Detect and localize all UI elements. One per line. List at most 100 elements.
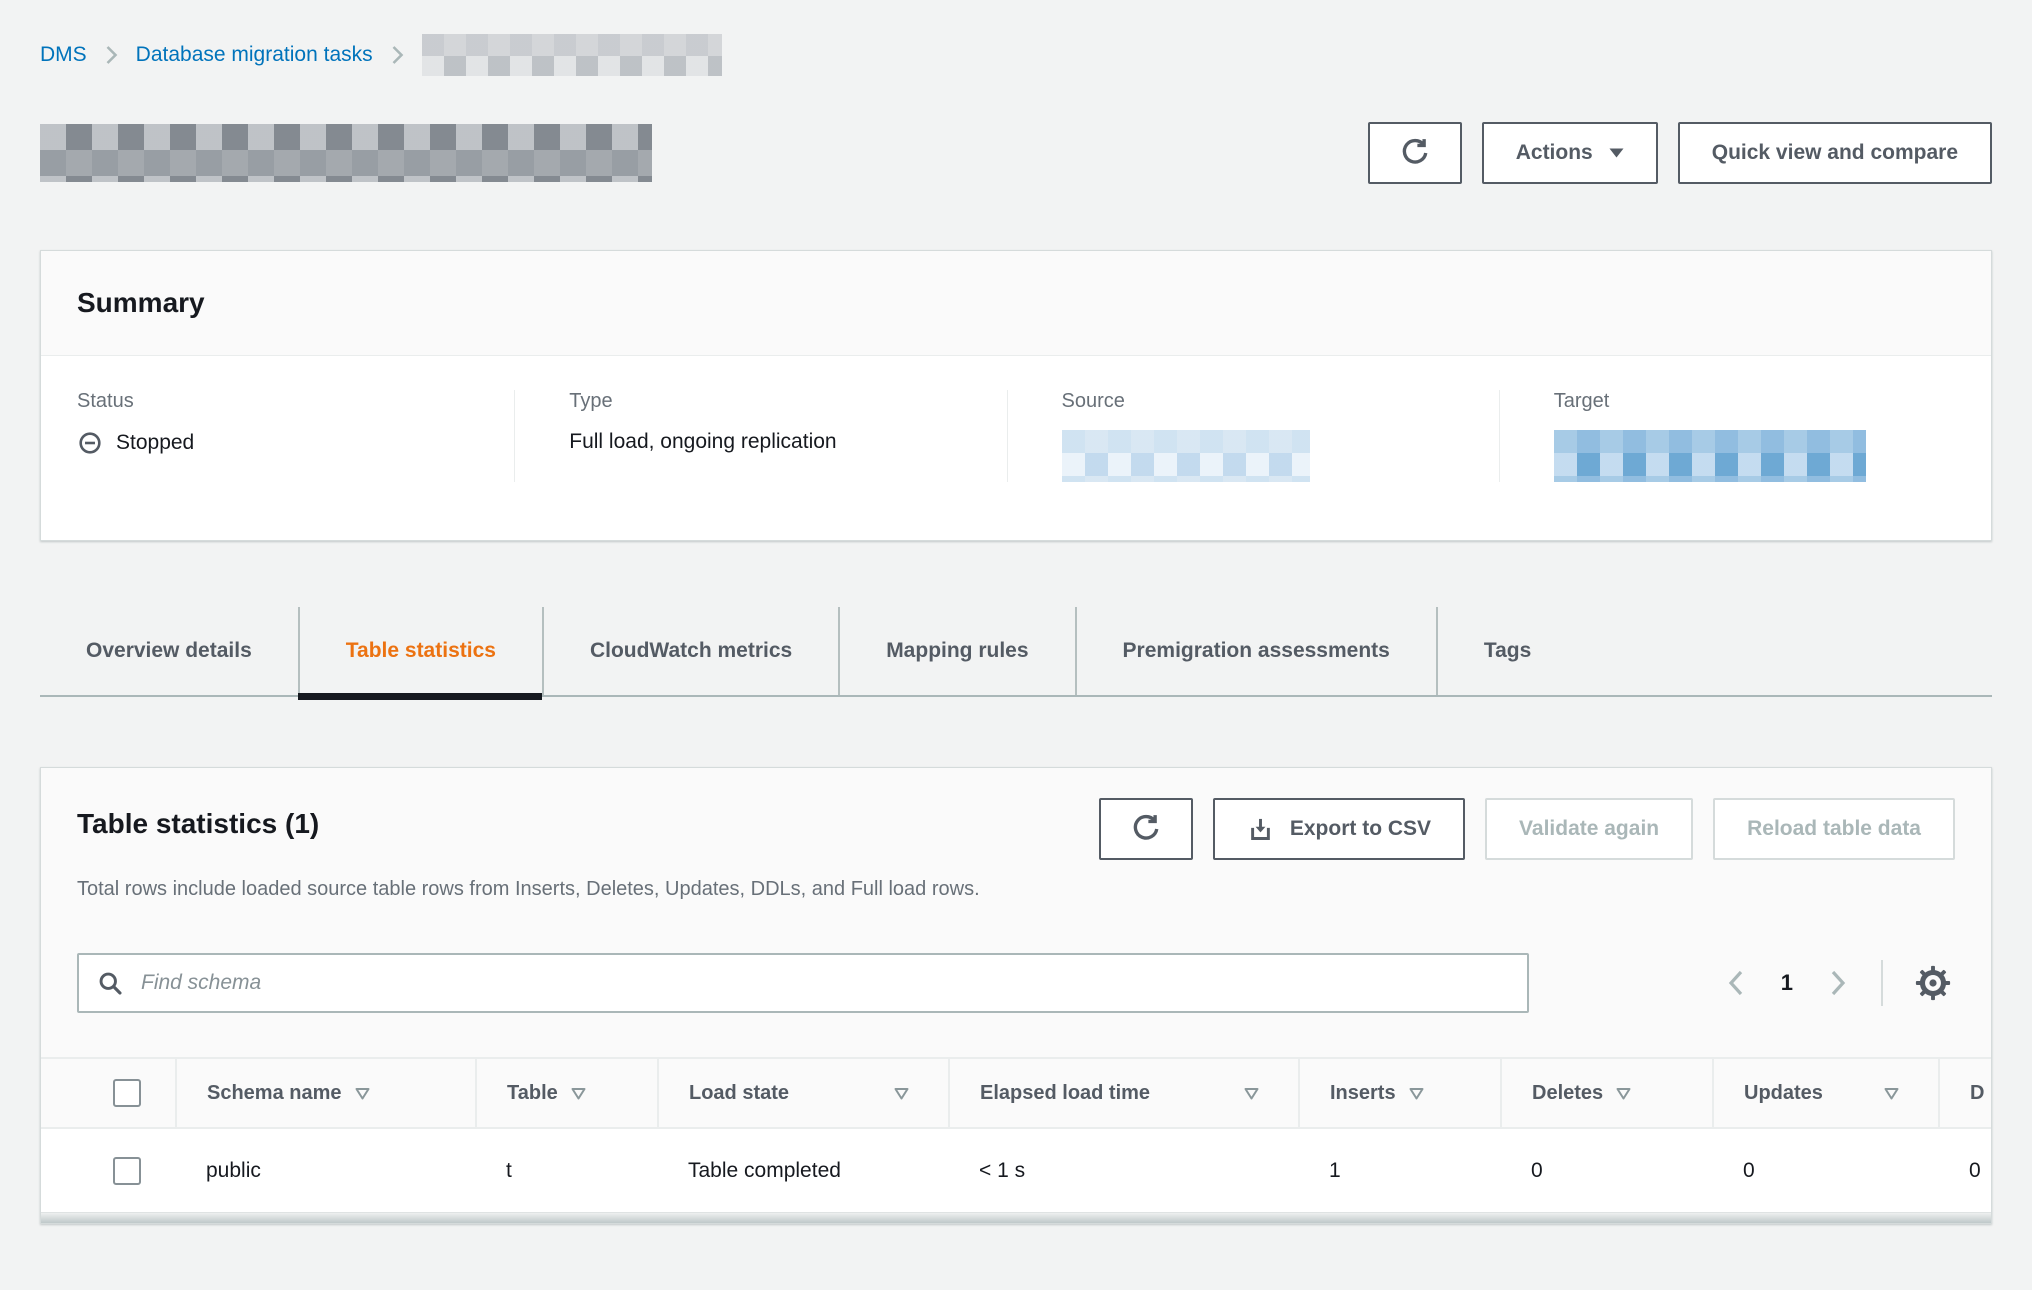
settings-gear-icon [1915,965,1951,1001]
actions-button-label: Actions [1516,141,1593,165]
table-panel-header: Table statistics (1) [41,768,1991,1057]
summary-field-type: Type Full load, ongoing replication [514,390,1006,482]
summary-field-target: Target [1499,390,1991,482]
previous-page-button[interactable] [1721,969,1751,997]
chevron-right-icon [391,45,404,65]
sort-icon [354,1086,371,1101]
column-label: Table [507,1082,558,1105]
cell-schema-name: public [176,1128,476,1212]
chevron-left-icon [1727,969,1745,997]
cell-elapsed-load-time: < 1 s [949,1128,1299,1212]
current-page-number[interactable]: 1 [1781,970,1793,996]
column-header-deletes[interactable]: Deletes [1501,1058,1713,1128]
sort-icon [1615,1086,1632,1101]
table-row[interactable]: public t Table completed < 1 s 1 0 0 0 [41,1128,1992,1212]
tab-premigration-assessments[interactable]: Premigration assessments [1075,607,1436,695]
select-all-checkbox[interactable] [113,1079,141,1107]
tab-table-statistics[interactable]: Table statistics [298,607,542,695]
column-header-updates[interactable]: Updates [1713,1058,1939,1128]
cell-updates: 0 [1713,1128,1939,1212]
stopped-circle-minus-icon [77,430,103,456]
cell-table: t [476,1128,658,1212]
tab-label: Overview details [86,639,252,663]
column-header-ddls-clipped[interactable]: D [1939,1058,1992,1128]
next-page-button[interactable] [1823,969,1853,997]
target-value-redacted[interactable] [1554,430,1866,482]
bottom-spacer [40,1224,1992,1290]
chevron-right-icon [105,45,118,65]
caret-down-icon [1609,148,1624,158]
summary-field-source: Source [1007,390,1499,482]
status-label: Status [77,390,514,413]
tab-tags[interactable]: Tags [1436,607,1577,695]
column-label: D [1970,1082,1984,1105]
table-statistics-table: Schema name Table Load state [41,1057,1992,1212]
summary-card-header: Summary [41,251,1991,356]
column-label: Inserts [1330,1082,1396,1105]
toolbar-divider [1881,960,1883,1006]
table-refresh-button[interactable] [1099,798,1193,860]
sort-icon [1243,1086,1260,1101]
tab-label: CloudWatch metrics [590,639,792,663]
type-value: Full load, ongoing replication [569,430,836,454]
breadcrumb-link-tasks[interactable]: Database migration tasks [136,43,373,67]
column-label: Deletes [1532,1082,1603,1105]
header-buttons: Actions Quick view and compare [1368,122,1992,184]
column-header-inserts[interactable]: Inserts [1299,1058,1501,1128]
tab-label: Premigration assessments [1123,639,1390,663]
table-header-row: Schema name Table Load state [41,1058,1992,1128]
horizontal-scrollbar[interactable] [41,1212,1991,1223]
source-label: Source [1062,390,1499,413]
tab-cloudwatch-metrics[interactable]: CloudWatch metrics [542,607,838,695]
sort-icon [1883,1086,1900,1101]
reload-table-data-button[interactable]: Reload table data [1713,798,1955,860]
breadcrumb-link-dms[interactable]: DMS [40,43,87,67]
page-title-redacted [40,124,652,182]
row-select-cell [41,1128,176,1212]
column-header-table[interactable]: Table [476,1058,658,1128]
page-header: Actions Quick view and compare [40,122,1992,184]
breadcrumb-current-redacted [422,34,722,76]
preferences-button[interactable] [1911,965,1955,1001]
find-schema-search-input[interactable] [77,953,1529,1013]
table-statistics-card: Table statistics (1) [40,767,1992,1224]
select-all-cell [41,1058,176,1128]
column-header-schema-name[interactable]: Schema name [176,1058,476,1128]
column-label: Schema name [207,1082,342,1105]
table-panel-title: Table statistics (1) [77,798,319,840]
column-header-elapsed-load-time[interactable]: Elapsed load time [949,1058,1299,1128]
actions-button[interactable]: Actions [1482,122,1658,184]
row-checkbox[interactable] [113,1157,141,1185]
export-to-csv-button[interactable]: Export to CSV [1213,798,1465,860]
tab-label: Mapping rules [886,639,1028,663]
refresh-button[interactable] [1368,122,1462,184]
tab-overview-details[interactable]: Overview details [40,607,298,695]
type-label: Type [569,390,1006,413]
quick-view-button-label: Quick view and compare [1712,141,1958,165]
source-value-redacted[interactable] [1062,430,1310,482]
table-toolbar: 1 [77,953,1955,1013]
summary-title: Summary [77,287,205,318]
column-label: Elapsed load time [980,1082,1150,1105]
status-value: Stopped [116,431,194,455]
sort-icon [1408,1086,1425,1101]
download-icon [1247,816,1274,843]
validate-button-label: Validate again [1519,817,1659,841]
tab-bar: Overview details Table statistics CloudW… [40,607,1992,697]
refresh-icon [1400,138,1430,168]
sort-icon [893,1086,910,1101]
cell-inserts: 1 [1299,1128,1501,1212]
validate-again-button[interactable]: Validate again [1485,798,1693,860]
search-icon [97,970,124,997]
export-button-label: Export to CSV [1290,817,1431,841]
breadcrumb: DMS Database migration tasks [40,0,1992,76]
pagination: 1 [1721,960,1955,1006]
refresh-icon [1131,814,1161,844]
page: DMS Database migration tasks Actions [0,0,2032,1290]
quick-view-and-compare-button[interactable]: Quick view and compare [1678,122,1992,184]
summary-card: Summary Status Stopped Type Full load, [40,250,1992,541]
column-header-load-state[interactable]: Load state [658,1058,949,1128]
reload-button-label: Reload table data [1747,817,1921,841]
tab-mapping-rules[interactable]: Mapping rules [838,607,1074,695]
chevron-right-icon [1829,969,1847,997]
